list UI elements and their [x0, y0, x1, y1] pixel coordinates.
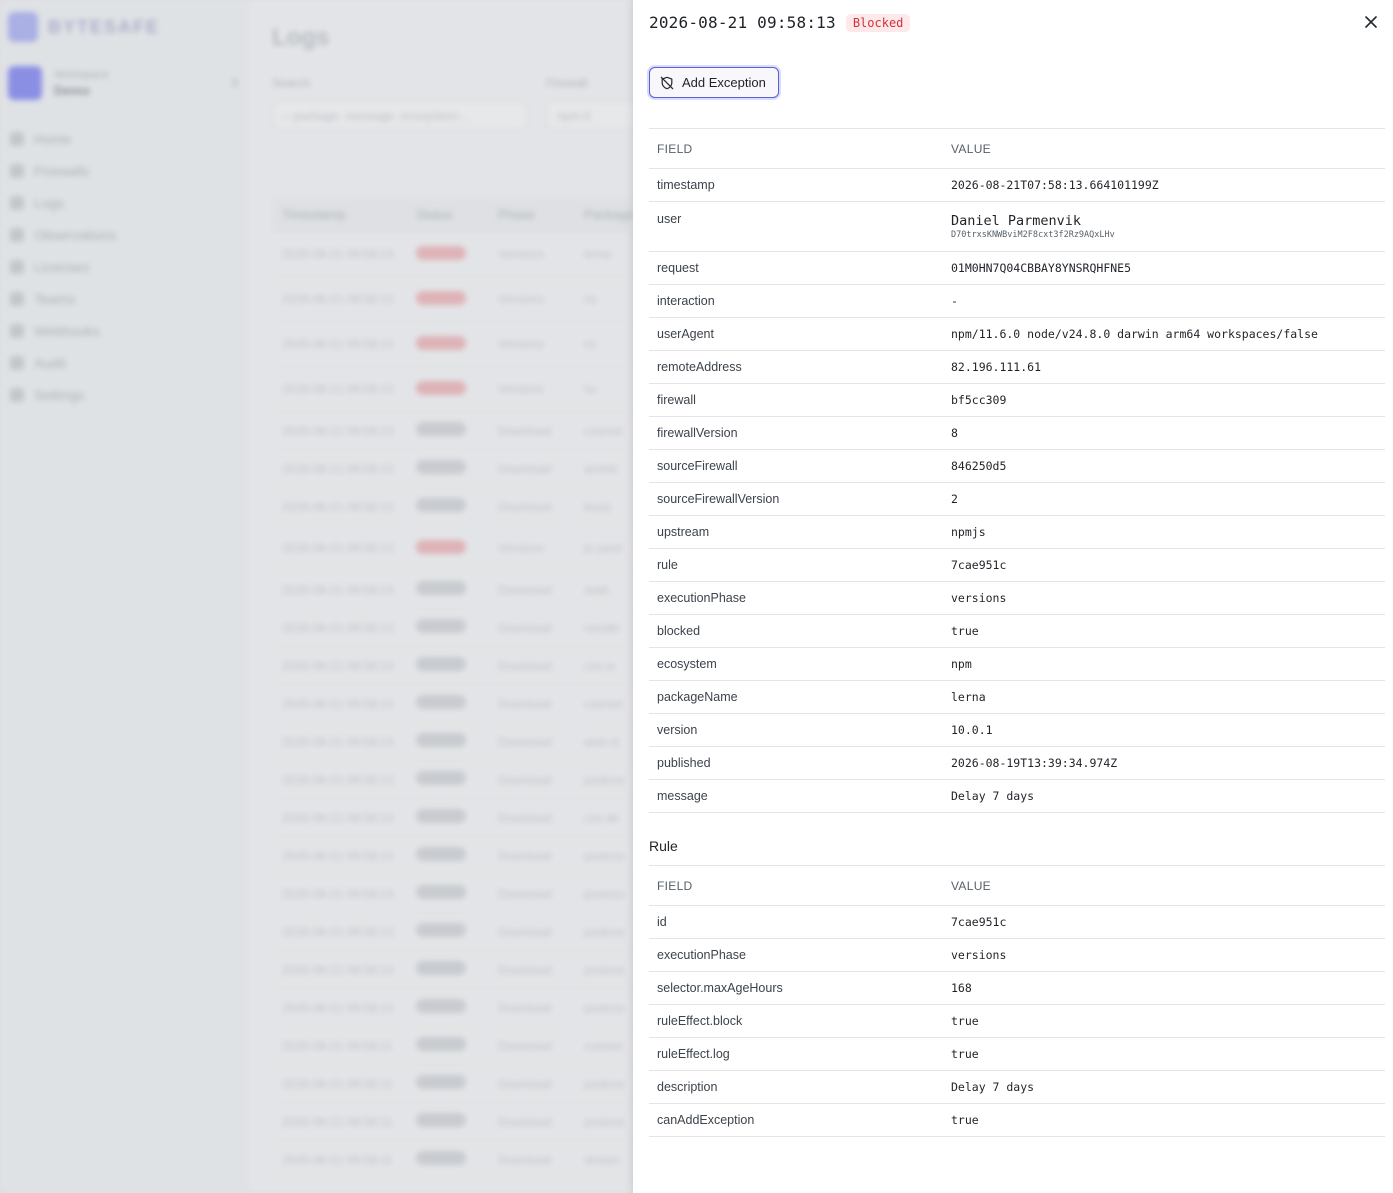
- field-value: versions: [943, 581, 1385, 615]
- field-key: user: [649, 201, 943, 252]
- rule-fields-body: id 7cae951c executionPhase versions selector…: [649, 905, 1385, 1137]
- user-id: D70trxsKNWBviM2F8cxt3f2Rz9AQxLHv: [951, 229, 1115, 240]
- field-key: sourceFirewall: [649, 449, 943, 483]
- field-row: selector.maxAgeHours 168: [649, 971, 1385, 1005]
- field-row: ruleEffect.log true: [649, 1037, 1385, 1071]
- field-key: sourceFirewallVersion: [649, 482, 943, 516]
- shield-off-icon: [660, 76, 674, 89]
- field-row: ecosystem npm: [649, 647, 1385, 681]
- field-row: canAddException true: [649, 1103, 1385, 1137]
- field-value: Daniel Parmenvik D70trxsKNWBviM2F8cxt3f2R…: [943, 201, 1385, 252]
- field-value: Delay 7 days: [943, 1070, 1385, 1104]
- user-name: Daniel Parmenvik: [951, 212, 1082, 229]
- modal-backdrop[interactable]: [0, 0, 633, 1193]
- field-value: true: [943, 1004, 1385, 1038]
- rule-fields-table: FIELD VALUE id 7cae951c executionPhase vers…: [649, 865, 1385, 1137]
- field-key: ruleEffect.log: [649, 1037, 943, 1071]
- drawer-header: 2026-08-21 09:58:13 Blocked: [649, 13, 911, 32]
- field-key: id: [649, 905, 943, 939]
- field-key: interaction: [649, 284, 943, 318]
- field-value: true: [943, 614, 1385, 648]
- field-key: packageName: [649, 680, 943, 714]
- field-row: rule 7cae951c: [649, 548, 1385, 582]
- add-exception-button[interactable]: Add Exception: [649, 67, 779, 98]
- field-key: executionPhase: [649, 581, 943, 615]
- field-key: published: [649, 746, 943, 780]
- field-value: 7cae951c: [943, 905, 1385, 939]
- field-row: sourceFirewallVersion 2: [649, 482, 1385, 516]
- field-key: message: [649, 779, 943, 813]
- field-row: version 10.0.1: [649, 713, 1385, 747]
- field-value: Delay 7 days: [943, 779, 1385, 813]
- field-key: firewall: [649, 383, 943, 417]
- field-value: 846250d5: [943, 449, 1385, 483]
- log-fields-body: timestamp 2026-08-21T07:58:13.664101199Z u…: [649, 168, 1385, 813]
- field-row: interaction -: [649, 284, 1385, 318]
- value-column-header: VALUE: [943, 128, 1385, 169]
- field-column-header: FIELD: [649, 128, 943, 169]
- rule-section-title: Rule: [649, 838, 678, 854]
- field-row: request 01M0HN7Q04CBBAY8YNSRQHFNE5: [649, 251, 1385, 285]
- field-value: true: [943, 1037, 1385, 1071]
- field-value: true: [943, 1103, 1385, 1137]
- field-value: lerna: [943, 680, 1385, 714]
- field-row: ruleEffect.block true: [649, 1004, 1385, 1038]
- field-key: ecosystem: [649, 647, 943, 681]
- field-column-header: FIELD: [649, 865, 943, 906]
- field-row: message Delay 7 days: [649, 779, 1385, 813]
- field-value: npm: [943, 647, 1385, 681]
- field-key: version: [649, 713, 943, 747]
- field-key: timestamp: [649, 168, 943, 202]
- field-row: timestamp 2026-08-21T07:58:13.664101199Z: [649, 168, 1385, 202]
- field-row: userAgent npm/11.6.0 node/v24.8.0 darwin …: [649, 317, 1385, 351]
- log-fields-table: FIELD VALUE timestamp 2026-08-21T07:58:13…: [649, 128, 1385, 813]
- field-key: remoteAddress: [649, 350, 943, 384]
- close-icon: [1365, 16, 1377, 28]
- field-row: blocked true: [649, 614, 1385, 648]
- field-value: npm/11.6.0 node/v24.8.0 darwin arm64 wor…: [943, 317, 1385, 351]
- field-key: executionPhase: [649, 938, 943, 972]
- field-key: request: [649, 251, 943, 285]
- field-value: 01M0HN7Q04CBBAY8YNSRQHFNE5: [943, 251, 1385, 285]
- value-column-header: VALUE: [943, 865, 1385, 906]
- field-row: firewall bf5cc309: [649, 383, 1385, 417]
- field-value: 7cae951c: [943, 548, 1385, 582]
- field-row: user Daniel Parmenvik D70trxsKNWBviM2F8cxt…: [649, 201, 1385, 252]
- field-key: blocked: [649, 614, 943, 648]
- field-key: userAgent: [649, 317, 943, 351]
- log-detail-drawer: 2026-08-21 09:58:13 Blocked Add Exceptio…: [633, 0, 1393, 1193]
- close-button[interactable]: [1361, 12, 1381, 32]
- field-row: executionPhase versions: [649, 581, 1385, 615]
- field-row: firewallVersion 8: [649, 416, 1385, 450]
- field-row: executionPhase versions: [649, 938, 1385, 972]
- field-key: selector.maxAgeHours: [649, 971, 943, 1005]
- field-value: versions: [943, 938, 1385, 972]
- field-row: description Delay 7 days: [649, 1070, 1385, 1104]
- field-value: 10.0.1: [943, 713, 1385, 747]
- field-key: rule: [649, 548, 943, 582]
- field-value: bf5cc309: [943, 383, 1385, 417]
- field-value: 168: [943, 971, 1385, 1005]
- field-value: 82.196.111.61: [943, 350, 1385, 384]
- field-value: 2026-08-21T07:58:13.664101199Z: [943, 168, 1385, 202]
- field-key: upstream: [649, 515, 943, 549]
- status-badge: Blocked: [845, 13, 911, 32]
- field-value: 2026-08-19T13:39:34.974Z: [943, 746, 1385, 780]
- field-row: published 2026-08-19T13:39:34.974Z: [649, 746, 1385, 780]
- field-value: 2: [943, 482, 1385, 516]
- field-key: ruleEffect.block: [649, 1004, 943, 1038]
- field-row: remoteAddress 82.196.111.61: [649, 350, 1385, 384]
- field-key: canAddException: [649, 1103, 943, 1137]
- field-key: firewallVersion: [649, 416, 943, 450]
- drawer-title: 2026-08-21 09:58:13: [649, 13, 836, 32]
- field-row: upstream npmjs: [649, 515, 1385, 549]
- field-key: description: [649, 1070, 943, 1104]
- add-exception-label: Add Exception: [682, 75, 766, 90]
- field-row: sourceFirewall 846250d5: [649, 449, 1385, 483]
- field-row: packageName lerna: [649, 680, 1385, 714]
- field-value: npmjs: [943, 515, 1385, 549]
- field-row: id 7cae951c: [649, 905, 1385, 939]
- field-value: -: [943, 284, 1385, 318]
- field-value: 8: [943, 416, 1385, 450]
